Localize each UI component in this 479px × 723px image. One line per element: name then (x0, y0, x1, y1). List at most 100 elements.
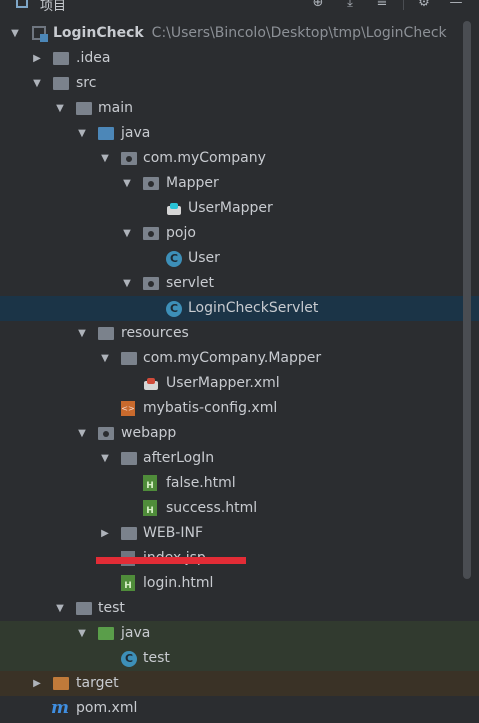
tree-node-label: .idea (76, 50, 111, 66)
tree-node-label: target (76, 675, 119, 691)
source-folder-icon (98, 127, 114, 140)
tree-node-com-mycompany-mapper[interactable]: ▼ com.myCompany.Mapper (0, 346, 479, 371)
chevron-down-icon[interactable]: ▼ (30, 71, 44, 96)
tree-node-webapp[interactable]: ▼ webapp (0, 421, 479, 446)
folder-icon (121, 352, 137, 365)
tree-node-label: UserMapper (188, 200, 273, 216)
tree-node-logincheckservlet[interactable]: C LoginCheckServlet (0, 296, 479, 321)
tree-node-label: mybatis-config.xml (143, 400, 278, 416)
folder-icon (121, 452, 137, 465)
tree-node-afterlogin[interactable]: ▼ afterLogIn (0, 446, 479, 471)
class-icon: C (166, 251, 182, 267)
tree-node-false-html[interactable]: H false.html (0, 471, 479, 496)
vertical-scrollbar[interactable] (463, 21, 471, 579)
tree-node-mybatis-config[interactable]: <> mybatis-config.xml (0, 396, 479, 421)
tree-node-test-java[interactable]: ▼ java (0, 621, 479, 646)
tree-node-label: src (76, 75, 97, 91)
tree-node-pom-xml[interactable]: m pom.xml (0, 696, 479, 721)
chevron-down-icon[interactable]: ▼ (53, 96, 67, 121)
toolbar-divider (403, 0, 404, 10)
tree-node-label: java (121, 125, 151, 141)
tree-node-mapper[interactable]: ▼ Mapper (0, 171, 479, 196)
chevron-down-icon[interactable]: ▼ (120, 171, 134, 196)
tree-node-pojo[interactable]: ▼ pojo (0, 221, 479, 246)
tree-node-main[interactable]: ▼ main (0, 96, 479, 121)
chevron-down-icon[interactable]: ▼ (98, 446, 112, 471)
tree-node-label: com.myCompany (143, 150, 266, 166)
package-icon (143, 227, 159, 240)
xml-file-icon: <> (121, 401, 135, 416)
tree-node-user[interactable]: C User (0, 246, 479, 271)
tree-node-label: servlet (166, 275, 214, 291)
package-icon (143, 277, 159, 290)
package-icon (121, 152, 137, 165)
tree-node-usermapper[interactable]: UserMapper (0, 196, 479, 221)
tree-node-label: WEB-INF (143, 525, 203, 541)
chevron-right-icon[interactable]: ▶ (30, 671, 44, 696)
test-source-folder-icon (98, 627, 114, 640)
collapse-all-icon[interactable]: ⤓ (342, 0, 358, 10)
locate-icon[interactable]: ⊕ (310, 0, 326, 10)
chevron-down-icon[interactable]: ▼ (120, 271, 134, 296)
tree-node-label: test (98, 600, 125, 616)
module-icon (32, 26, 48, 42)
folder-icon (53, 52, 69, 65)
hide-panel-icon[interactable]: — (448, 0, 464, 10)
tree-node-label: LoginCheck (53, 25, 144, 41)
tree-node-login-html[interactable]: H login.html (0, 571, 479, 596)
tree-node-resources[interactable]: ▼ resources (0, 321, 479, 346)
chevron-down-icon[interactable]: ▼ (120, 221, 134, 246)
tree-node-src[interactable]: ▼ src (0, 71, 479, 96)
tree-node-label: resources (121, 325, 189, 341)
tree-node-test[interactable]: ▼ test (0, 596, 479, 621)
mybatis-xml-icon (143, 377, 159, 391)
chevron-down-icon[interactable]: ▼ (75, 421, 89, 446)
tree-node-label: pojo (166, 225, 196, 241)
tree-node-web-inf[interactable]: ▶ WEB-INF (0, 521, 479, 546)
chevron-down-icon[interactable]: ▼ (75, 121, 89, 146)
tree-node-usermapper-xml[interactable]: UserMapper.xml (0, 371, 479, 396)
tree-node-label: login.html (143, 575, 214, 591)
tree-node-java[interactable]: ▼ java (0, 121, 479, 146)
web-folder-icon (98, 427, 114, 440)
tree-node-label: User (188, 250, 220, 266)
tree-node-idea[interactable]: ▶ .idea (0, 46, 479, 71)
tree-node-com-mycompany[interactable]: ▼ com.myCompany (0, 146, 479, 171)
tree-node-label: webapp (121, 425, 177, 441)
chevron-right-icon[interactable]: ▶ (30, 46, 44, 71)
settings-icon[interactable]: ⚙ (416, 0, 432, 10)
chevron-down-icon[interactable]: ▼ (98, 346, 112, 371)
tree-node-target[interactable]: ▶ target (0, 671, 479, 696)
chevron-right-icon[interactable]: ▶ (98, 521, 112, 546)
tree-node-label: Mapper (166, 175, 219, 191)
package-icon (143, 177, 159, 190)
project-view-icon[interactable] (16, 0, 28, 8)
module-path: C:\Users\Bincolo\Desktop\tmp\LoginCheck (151, 25, 447, 41)
chevron-down-icon[interactable]: ▼ (98, 146, 112, 171)
tree-node-servlet[interactable]: ▼ servlet (0, 271, 479, 296)
tree-node-label: UserMapper.xml (166, 375, 280, 391)
excluded-folder-icon (53, 677, 69, 690)
tree-node-label: com.myCompany.Mapper (143, 350, 322, 366)
test-class-icon: C (121, 651, 137, 667)
folder-icon (76, 602, 92, 615)
maven-icon: m (51, 698, 69, 718)
tree-node-label: LoginCheckServlet (188, 300, 319, 316)
folder-icon (76, 102, 92, 115)
tree-node-label: false.html (166, 475, 236, 491)
tree-node-test-class[interactable]: C test (0, 646, 479, 671)
chevron-down-icon[interactable]: ▼ (8, 21, 22, 46)
project-tree: ▼ LoginCheck C:\Users\Bincolo\Desktop\tmp… (0, 21, 479, 721)
tree-node-label: test (143, 650, 170, 666)
chevron-down-icon[interactable]: ▼ (53, 596, 67, 621)
project-toolbar: 项目 ⊕ ⤓ ≡ ⚙ — (0, 0, 479, 16)
tree-node-label: pom.xml (76, 700, 138, 716)
tree-node-label: success.html (166, 500, 258, 516)
chevron-down-icon[interactable]: ▼ (75, 321, 89, 346)
folder-icon (53, 77, 69, 90)
tree-node-logincheck[interactable]: ▼ LoginCheck C:\Users\Bincolo\Desktop\tmp… (0, 21, 479, 46)
tree-node-success-html[interactable]: H success.html (0, 496, 479, 521)
expand-icon[interactable]: ≡ (374, 0, 390, 10)
panel-title[interactable]: 项目 (40, 0, 66, 14)
chevron-down-icon[interactable]: ▼ (75, 621, 89, 646)
